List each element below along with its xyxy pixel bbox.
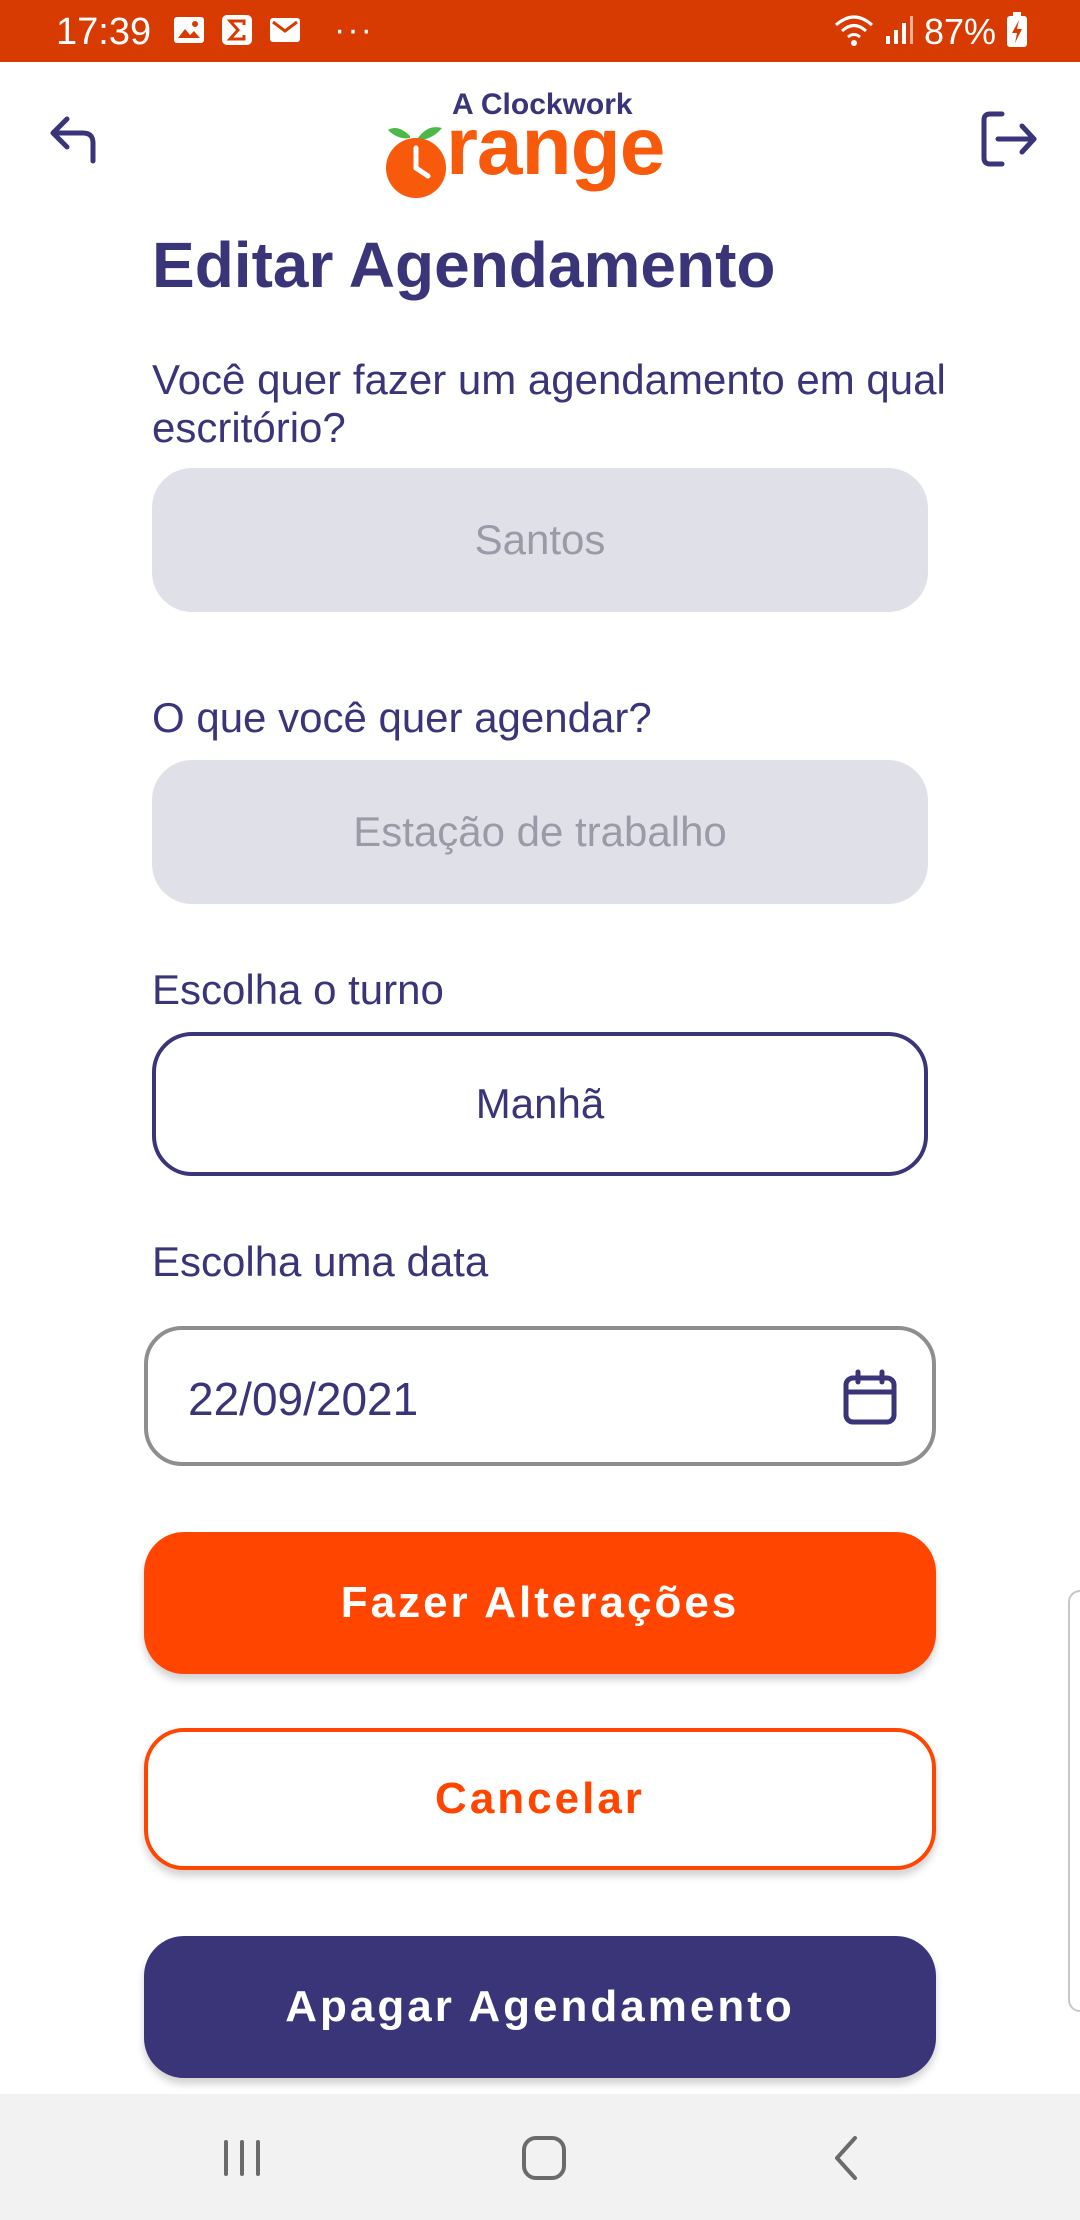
home-icon xyxy=(522,2136,566,2180)
back-button[interactable] xyxy=(40,104,110,174)
office-label: Você quer fazer um agendamento em qual e… xyxy=(152,356,946,451)
signal-icon xyxy=(884,14,914,51)
date-value: 22/09/2021 xyxy=(188,1373,419,1425)
nav-back-button[interactable] xyxy=(806,2126,886,2190)
shift-select[interactable]: Manhã xyxy=(152,1032,928,1176)
app-header: A Clockwork range xyxy=(0,62,1080,212)
delete-booking-button[interactable]: Apagar Agendamento xyxy=(144,1936,936,2078)
date-input[interactable]: 22/09/2021 xyxy=(144,1326,936,1466)
recent-apps-icon xyxy=(224,2140,260,2176)
home-button[interactable] xyxy=(504,2126,584,2190)
calendar-icon[interactable] xyxy=(840,1368,900,1428)
page-title: Editar Agendamento xyxy=(152,229,776,301)
logout-button[interactable] xyxy=(974,104,1044,174)
sigma-icon xyxy=(220,14,254,46)
app-logo: A Clockwork range xyxy=(380,80,700,200)
mail-icon xyxy=(268,14,302,46)
image-icon xyxy=(172,14,206,46)
orange-clock-icon xyxy=(386,127,446,198)
logo-wordmark: range xyxy=(446,101,665,192)
shift-label: Escolha o turno xyxy=(152,966,444,1013)
office-field: Santos xyxy=(152,468,928,612)
system-indicators: 87% xyxy=(834,10,1028,54)
system-navigation-bar xyxy=(0,2094,1080,2220)
back-arrow-icon xyxy=(50,116,96,164)
status-time: 17:39 xyxy=(56,11,152,53)
booking-type-label: O que você quer agendar? xyxy=(152,694,652,741)
logout-icon xyxy=(981,111,1037,167)
chevron-left-icon xyxy=(835,2136,857,2180)
cancel-button[interactable]: Cancelar xyxy=(144,1728,936,1870)
date-label: Escolha uma data xyxy=(152,1238,489,1285)
booking-type-field: Estação de trabalho xyxy=(152,760,928,904)
battery-percentage: 87% xyxy=(923,11,996,52)
battery-charging-icon xyxy=(1006,11,1028,53)
save-changes-button[interactable]: Fazer Alterações xyxy=(144,1532,936,1674)
recent-apps-button[interactable] xyxy=(202,2126,282,2190)
edge-panel-handle[interactable] xyxy=(1068,1590,1080,2012)
wifi-icon xyxy=(834,13,874,52)
status-bar: 17:39 ··· 87% xyxy=(0,0,1080,62)
notification-icons: ··· xyxy=(172,11,374,49)
more-notifications: ··· xyxy=(334,11,374,49)
